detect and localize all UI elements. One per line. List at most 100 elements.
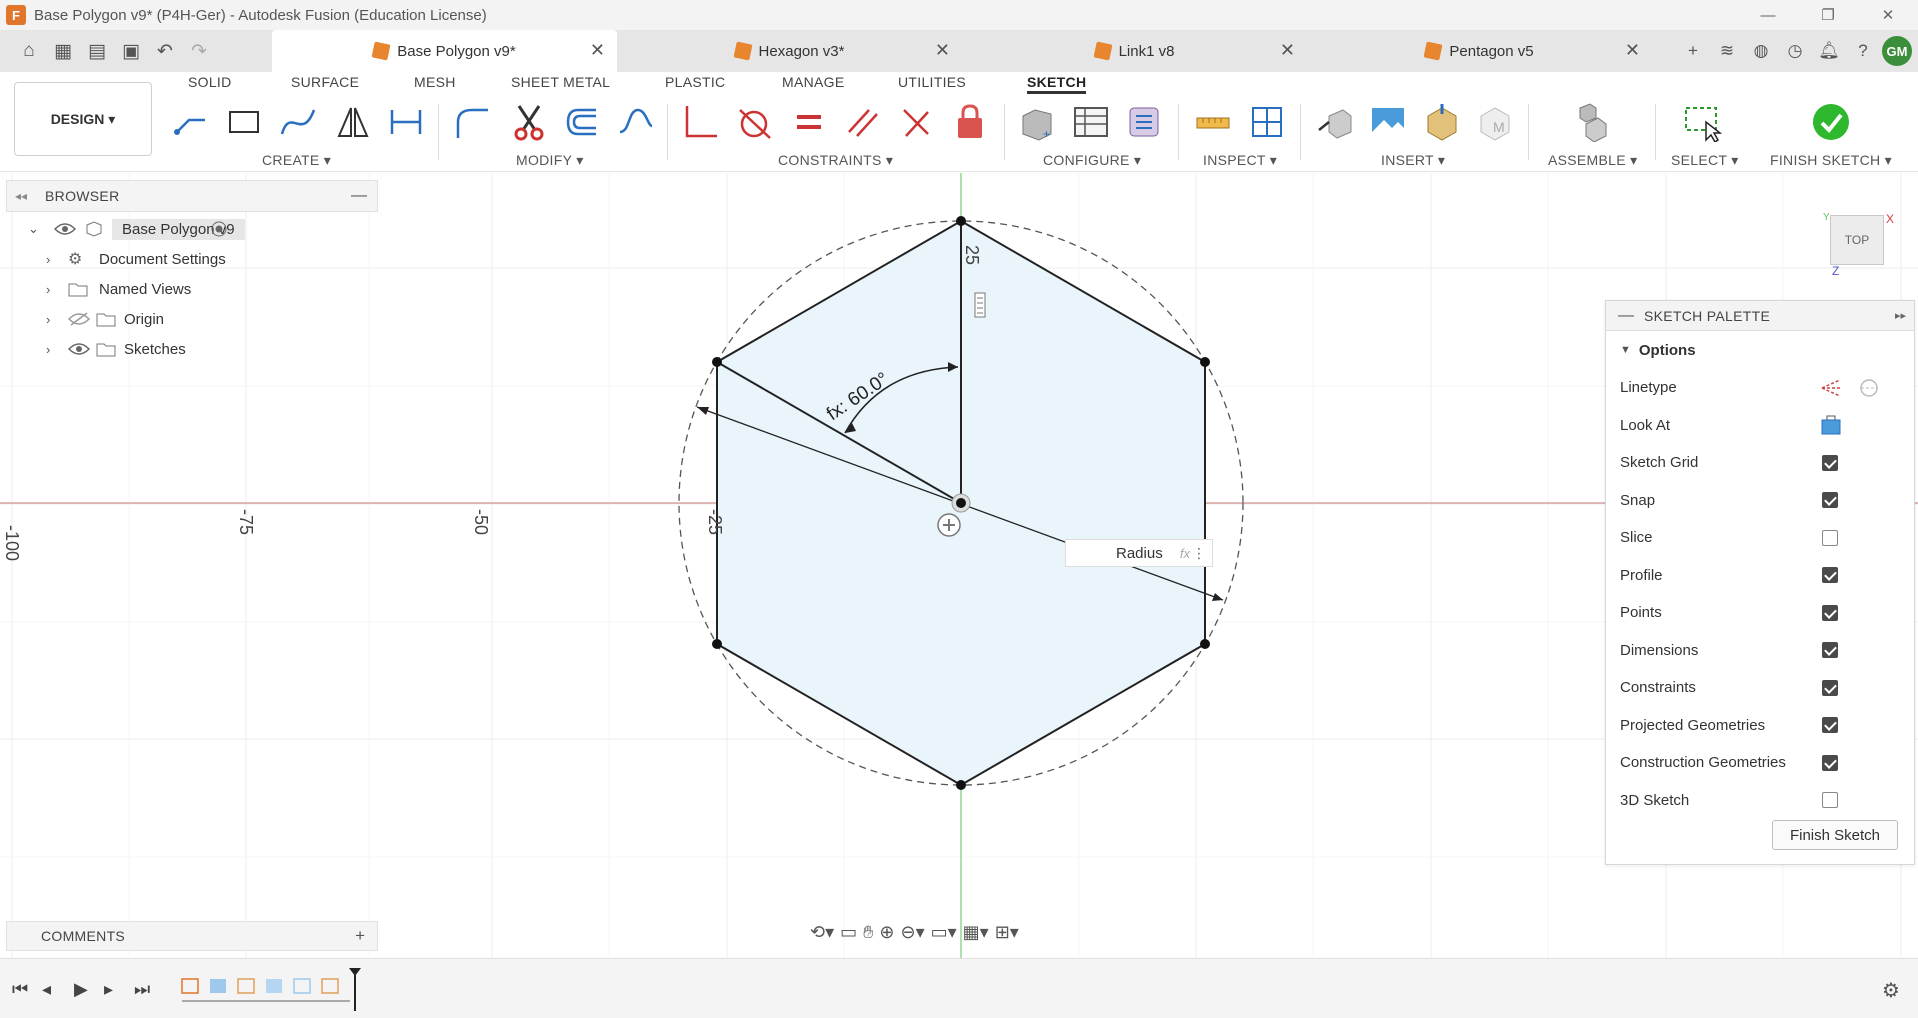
section-analysis-icon[interactable] — [1245, 102, 1289, 142]
insert-mesh-icon[interactable] — [1420, 102, 1464, 142]
tree-root[interactable]: ⌄ Base Polygon v9 — [6, 214, 366, 244]
new-tab-icon[interactable]: + — [1678, 36, 1708, 66]
design-workspace-button[interactable]: DESIGN ▾ — [14, 82, 152, 156]
finish-sketch-button[interactable]: Finish Sketch — [1772, 820, 1898, 850]
notifications-bell-icon[interactable]: 🔔︎ — [1814, 36, 1844, 66]
tree-item-document-settings[interactable]: › ⚙ Document Settings — [6, 244, 366, 274]
tab-link1[interactable]: Link1 v8 ✕ — [962, 30, 1307, 72]
fx-label[interactable]: fx — [1180, 546, 1190, 561]
tab-surface[interactable]: SURFACE — [291, 74, 359, 90]
display-settings-icon[interactable]: ▭▾ — [931, 922, 957, 943]
options-section[interactable]: ▼ Options — [1606, 331, 1914, 369]
fit-icon[interactable]: ⊖▾ — [901, 922, 925, 943]
grid-settings-icon[interactable]: ▦▾ — [963, 922, 989, 943]
insert-mcmaster-icon[interactable]: M — [1473, 102, 1517, 142]
apps-grid-icon[interactable]: ▦ — [48, 36, 78, 66]
modify-menu[interactable]: MODIFY ▾ — [516, 152, 584, 169]
center-point[interactable] — [956, 498, 966, 508]
insert-menu[interactable]: INSERT ▾ — [1381, 152, 1445, 169]
close-tab-icon[interactable]: ✕ — [590, 40, 605, 61]
chevron-right-icon[interactable]: › — [46, 252, 50, 267]
viewports-icon[interactable]: ⊞▾ — [995, 922, 1019, 943]
collapse-palette-icon[interactable]: — — [1618, 307, 1634, 325]
timeline-pattern-icon[interactable] — [293, 978, 311, 994]
3d-sketch-checkbox[interactable] — [1822, 792, 1838, 809]
close-tab-icon[interactable]: ✕ — [935, 40, 950, 61]
activate-radio-icon[interactable] — [210, 220, 228, 238]
option-points[interactable]: Points — [1606, 594, 1914, 632]
close-tab-icon[interactable]: ✕ — [1625, 40, 1640, 61]
chevron-right-icon[interactable]: › — [46, 342, 50, 357]
offset-tool-icon[interactable] — [560, 102, 604, 142]
canvas-image-icon[interactable] — [1366, 102, 1410, 142]
step-forward-icon[interactable]: ▸ — [104, 979, 113, 1000]
tree-item-sketches[interactable]: › Sketches — [6, 334, 366, 364]
rectangle-tool-icon[interactable] — [222, 102, 266, 142]
expand-palette-icon[interactable]: ▸▸ — [1895, 309, 1906, 322]
insert-derive-icon[interactable] — [1313, 102, 1357, 142]
tree-item-origin[interactable]: › Origin — [6, 304, 366, 334]
create-menu[interactable]: CREATE ▾ — [262, 152, 331, 169]
step-back-icon[interactable]: ◂ — [42, 979, 51, 1000]
sketch-grid-checkbox[interactable] — [1822, 454, 1838, 471]
inspect-menu[interactable]: INSPECT ▾ — [1203, 152, 1277, 169]
dimensions-checkbox[interactable] — [1822, 642, 1838, 659]
chevron-right-icon[interactable]: › — [46, 282, 50, 297]
curve-tool-icon[interactable] — [614, 102, 658, 142]
coincident-constraint-icon[interactable] — [679, 102, 723, 142]
option-slice[interactable]: Slice — [1606, 519, 1914, 557]
hidden-eye-icon[interactable] — [68, 312, 90, 326]
slice-checkbox[interactable] — [1822, 529, 1838, 546]
user-avatar[interactable]: GM — [1882, 36, 1912, 66]
file-menu-icon[interactable]: ▤ — [82, 36, 112, 66]
help-icon[interactable]: ? — [1848, 36, 1878, 66]
option-constraints[interactable]: Constraints — [1606, 669, 1914, 707]
select-menu[interactable]: SELECT ▾ — [1671, 152, 1739, 169]
home-icon[interactable]: ⌂ — [14, 36, 44, 66]
close-window-icon[interactable]: ✕ — [1858, 0, 1918, 30]
option-dimensions[interactable]: Dimensions — [1606, 632, 1914, 670]
restore-icon[interactable]: ❐ — [1798, 0, 1858, 30]
profile-checkbox[interactable] — [1822, 567, 1838, 584]
tab-manage[interactable]: MANAGE — [782, 74, 844, 90]
timeline-marker-icon[interactable] — [348, 967, 362, 1011]
projected-geometries-checkbox[interactable] — [1822, 717, 1838, 734]
chevron-down-icon[interactable]: ⌄ — [28, 221, 39, 237]
undo-icon[interactable]: ↶ — [150, 36, 180, 66]
tab-mesh[interactable]: MESH — [414, 74, 456, 90]
redo-icon[interactable]: ↷ — [184, 36, 214, 66]
dimension-tool-icon[interactable] — [384, 102, 428, 142]
timeline-sketch-icon[interactable] — [237, 978, 255, 994]
tree-item-named-views[interactable]: › Named Views — [6, 274, 366, 304]
fillet-tool-icon[interactable] — [450, 102, 494, 142]
tab-utilities[interactable]: UTILITIES — [898, 74, 966, 90]
triangle-down-icon[interactable]: ▼ — [1620, 344, 1631, 356]
timeline-extrude-icon[interactable] — [266, 979, 282, 993]
tab-sheet-metal[interactable]: SHEET METAL — [511, 74, 610, 90]
option-construction-geometries[interactable]: Construction Geometries — [1606, 744, 1914, 782]
zoom-icon[interactable]: ⊕ — [879, 922, 894, 943]
configuration-table-icon[interactable] — [1069, 102, 1113, 142]
timeline-sketch-icon[interactable] — [181, 978, 199, 994]
visibility-eye-icon[interactable] — [54, 222, 76, 236]
option-projected-geometries[interactable]: Projected Geometries — [1606, 707, 1914, 745]
visibility-eye-icon[interactable] — [68, 342, 90, 356]
option-snap[interactable]: Snap — [1606, 482, 1914, 520]
tab-pentagon[interactable]: Pentagon v5 ✕ — [1307, 30, 1652, 72]
vertical-constraint-icon[interactable] — [974, 292, 986, 318]
save-icon[interactable]: ▣ — [116, 36, 146, 66]
select-window-icon[interactable] — [1680, 102, 1724, 142]
look-at-icon[interactable] — [1820, 414, 1842, 436]
line-tool-icon[interactable] — [169, 102, 213, 142]
assemble-component-icon[interactable] — [1568, 102, 1612, 142]
close-tab-icon[interactable]: ✕ — [1280, 40, 1295, 61]
add-comment-icon[interactable]: + — [355, 926, 365, 946]
play-icon[interactable]: ▶ — [74, 979, 88, 1000]
chevron-right-icon[interactable]: › — [46, 312, 50, 327]
timeline-settings-gear-icon[interactable]: ⚙ — [1882, 978, 1900, 1003]
fix-lock-icon[interactable] — [948, 102, 992, 142]
measure-ruler-icon[interactable] — [1191, 102, 1235, 142]
points-checkbox[interactable] — [1822, 604, 1838, 621]
option-3d-sketch[interactable]: 3D Sketch — [1606, 782, 1914, 820]
tab-hexagon[interactable]: Hexagon v3* ✕ — [617, 30, 962, 72]
